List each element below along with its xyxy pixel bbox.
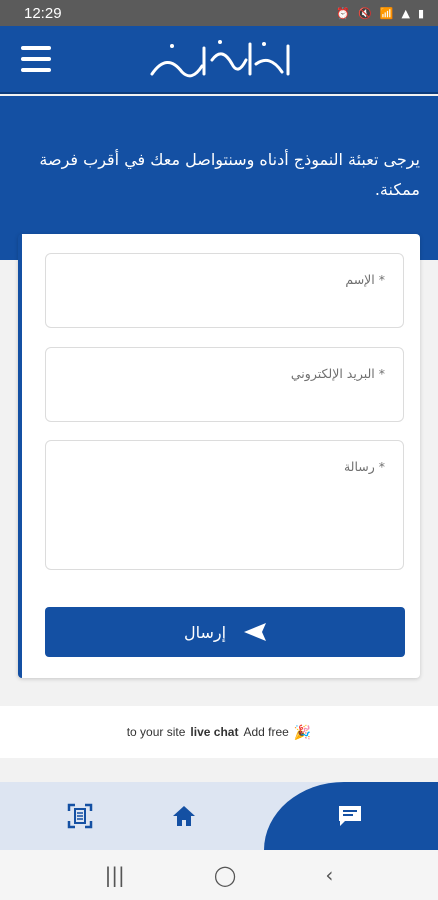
- name-placeholder: * الإسم: [345, 272, 385, 287]
- send-button[interactable]: إرسال: [45, 607, 405, 657]
- qr-scan-button[interactable]: [62, 798, 98, 834]
- send-icon: [244, 623, 267, 641]
- contact-form: * الإسم * البريد الإلكتروني * رسالة إرسا…: [18, 234, 420, 678]
- android-navigation-bar: ||| ◯ ‹: [0, 850, 438, 900]
- promo-suffix: Add free: [243, 725, 289, 739]
- home-icon: [173, 806, 195, 826]
- menu-bar: [21, 46, 51, 50]
- message-placeholder: * رسالة: [343, 459, 385, 474]
- party-icon: 🎉: [293, 723, 312, 740]
- battery-icon: ▮: [417, 6, 424, 20]
- menu-button[interactable]: [21, 46, 51, 72]
- bottom-nav: [0, 782, 438, 850]
- send-label: إرسال: [183, 622, 227, 642]
- chat-icon: [339, 806, 361, 826]
- recent-apps-icon[interactable]: |||: [105, 863, 125, 887]
- email-field[interactable]: * البريد الإلكتروني: [45, 347, 404, 422]
- mute-icon: 🔇: [358, 6, 372, 20]
- message-field[interactable]: * رسالة: [45, 440, 404, 570]
- qr-scan-icon: [67, 803, 93, 829]
- university-logo: [150, 40, 290, 78]
- alarm-icon: ⏰: [336, 6, 351, 20]
- promo-banner[interactable]: to your site live chat Add free 🎉: [0, 706, 438, 758]
- promo-bold: live chat: [190, 725, 239, 739]
- home-circle-icon[interactable]: ◯: [214, 863, 236, 887]
- menu-bar: [21, 68, 51, 72]
- name-field[interactable]: * الإسم: [45, 253, 404, 328]
- back-icon[interactable]: ‹: [325, 863, 333, 887]
- wifi-icon: 📶: [379, 6, 394, 20]
- status-icons: ⏰ 🔇 📶 ▲ ▮: [336, 7, 424, 20]
- status-time: 12:29: [24, 4, 62, 22]
- status-bar: 12:29 ⏰ 🔇 📶 ▲ ▮: [0, 0, 438, 26]
- chat-button[interactable]: [332, 798, 368, 834]
- app-header: [0, 26, 438, 94]
- email-placeholder: * البريد الإلكتروني: [290, 366, 385, 381]
- home-button[interactable]: [166, 798, 202, 834]
- promo-prefix: to your site: [126, 725, 186, 739]
- hero-text: يرجى تعبئة النموذج أدناه وسنتواصل معك في…: [39, 150, 420, 199]
- menu-bar: [21, 57, 51, 61]
- signal-icon: ▲: [401, 6, 410, 20]
